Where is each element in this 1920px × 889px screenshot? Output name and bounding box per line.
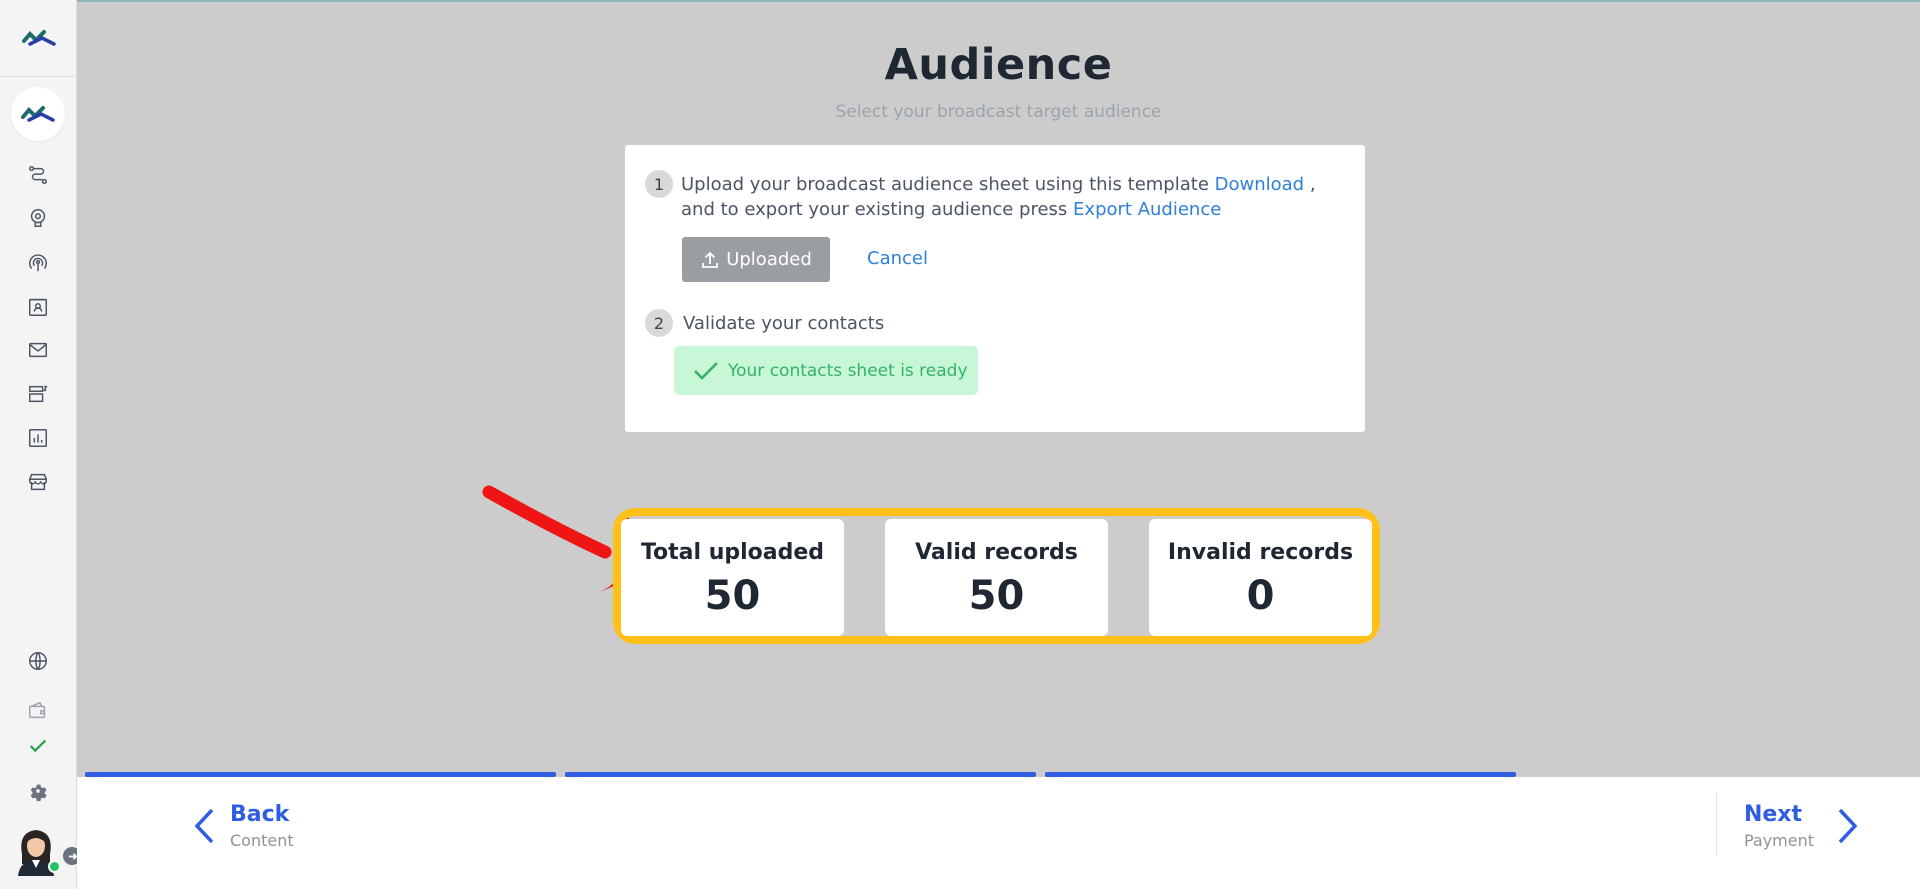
online-status-dot [48, 860, 61, 873]
wallet-icon [29, 701, 46, 719]
sidebar-item-bot[interactable] [25, 205, 51, 231]
sidebar [0, 0, 83, 889]
routes-icon [29, 166, 47, 184]
sidebar-item-routes[interactable] [25, 162, 51, 188]
main-content: Audience Select your broadcast target au… [77, 0, 1920, 774]
settings-icon [30, 784, 47, 802]
broadcast-icon [29, 254, 47, 272]
next-sub-label: Payment [1743, 831, 1814, 850]
step-1-instructions: Upload your broadcast audience sheet usi… [681, 172, 1341, 222]
store-icon [29, 473, 47, 491]
arrow-right-icon [68, 852, 77, 860]
chevron-right-icon [1838, 808, 1858, 844]
checkmark-icon [694, 361, 718, 380]
contacts-icon [29, 298, 47, 316]
step-2-text: Validate your contacts [683, 313, 885, 334]
chevron-left-icon [194, 808, 214, 844]
uploaded-button-label: Uploaded [726, 249, 812, 270]
stat-invalid-records: Invalid records 0 [1149, 519, 1372, 636]
stat-invalid-records-label: Invalid records [1167, 540, 1354, 565]
step-number-1: 1 [645, 170, 673, 198]
app-logo[interactable] [0, 0, 77, 77]
stat-total-uploaded: Total uploaded 50 [621, 519, 844, 636]
back-button[interactable]: Back Content [192, 802, 294, 850]
bot-icon [30, 209, 46, 227]
back-sub-label: Content [230, 831, 294, 850]
sidebar-item-language[interactable] [25, 648, 51, 674]
sidebar-item-wallet[interactable] [25, 697, 51, 723]
wizard-footer: Back Content Next Payment [77, 777, 1920, 889]
stat-total-uploaded-value: 50 [704, 573, 761, 619]
workspace-avatar[interactable] [11, 87, 65, 141]
logo-icon [21, 30, 56, 46]
sidebar-item-status[interactable] [25, 733, 51, 759]
sidebar-item-settings[interactable] [25, 778, 51, 804]
reports-icon [29, 429, 47, 447]
step-1-comma: , [1309, 174, 1316, 195]
mail-icon [29, 342, 47, 358]
brand-icon [21, 106, 55, 122]
step-1-export-text: and to export your existing audience pre… [681, 199, 1068, 220]
next-label: Next [1743, 802, 1802, 827]
page-subtitle: Select your broadcast target audience [835, 102, 1162, 122]
contacts-ready-status: Your contacts sheet is ready [674, 346, 978, 395]
stat-valid-records-value: 50 [968, 573, 1025, 619]
upload-icon [702, 251, 719, 268]
export-audience-link[interactable]: Export Audience [1073, 199, 1221, 220]
stat-total-uploaded-label: Total uploaded [640, 540, 825, 565]
stat-valid-records-label: Valid records [915, 540, 1078, 565]
sidebar-item-reports[interactable] [25, 425, 51, 451]
next-button[interactable]: Next Payment [1744, 802, 1860, 850]
sidebar-item-contacts[interactable] [25, 294, 51, 320]
sidebar-item-broadcast[interactable] [25, 250, 51, 276]
audience-upload-card: 1 Upload your broadcast audience sheet u… [625, 145, 1365, 432]
stat-invalid-records-value: 0 [1246, 573, 1275, 619]
globe-icon [29, 652, 47, 670]
cancel-button[interactable]: Cancel [867, 248, 928, 269]
sidebar-item-store[interactable] [25, 469, 51, 495]
step-1-text: Upload your broadcast audience sheet usi… [681, 174, 1209, 195]
sidebar-item-mail[interactable] [25, 337, 51, 363]
step-number-2: 2 [645, 309, 673, 337]
page-title: Audience [884, 40, 1113, 90]
stat-valid-records: Valid records 50 [885, 519, 1108, 636]
contacts-ready-text: Your contacts sheet is ready [728, 360, 968, 381]
integrations-icon [29, 385, 48, 403]
uploaded-button[interactable]: Uploaded [682, 237, 830, 282]
check-icon [29, 739, 47, 753]
sidebar-item-integrations[interactable] [25, 381, 51, 407]
next-divider [1716, 793, 1717, 855]
download-template-link[interactable]: Download [1215, 174, 1304, 195]
back-label: Back [230, 802, 290, 827]
